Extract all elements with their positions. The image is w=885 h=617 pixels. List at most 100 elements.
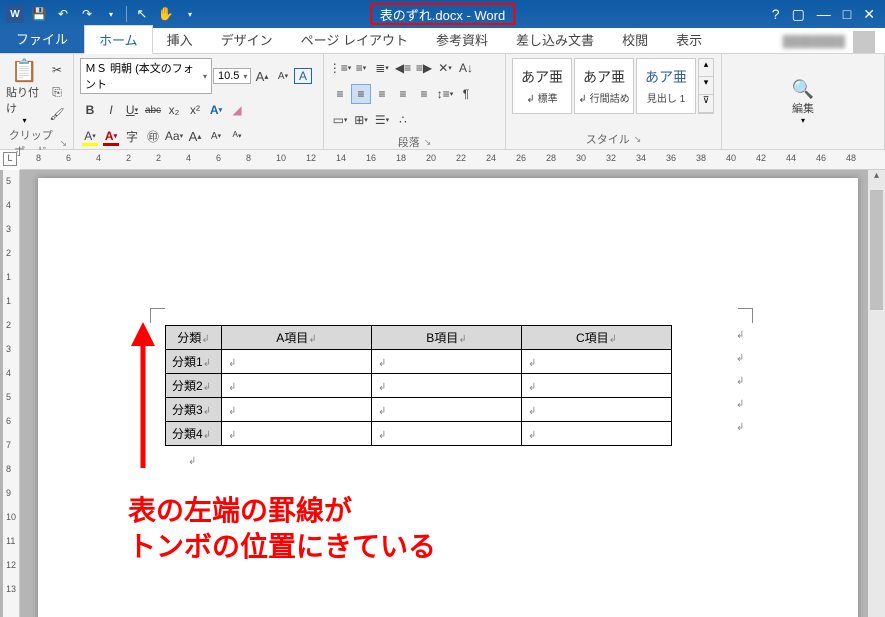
table-cell[interactable]: ↲ [522,350,672,374]
increase-indent-icon[interactable]: ≡▶ [414,58,434,78]
distribute-icon[interactable]: ≡ [414,84,434,104]
text-effects-icon[interactable]: A▾ [206,100,226,120]
bold-button[interactable]: B [80,100,100,120]
styles-launcher-icon[interactable]: ↘ [634,134,642,145]
style-scroll-up-icon[interactable]: ▴ [699,59,713,77]
phonetic-guide-icon[interactable]: ᴬ▾ [227,126,247,146]
subscript-button[interactable]: x₂ [164,100,184,120]
line-spacing-icon[interactable]: ↕≡▾ [435,84,455,104]
style-normal[interactable]: あア亜 ↲ 標準 [512,58,572,114]
clipboard-launcher-icon[interactable]: ↘ [59,138,67,149]
header-cell[interactable]: 分類↲ [166,326,222,350]
cut-icon[interactable]: ✂ [47,60,67,80]
table-cell[interactable]: ↲ [222,398,372,422]
enclose-char-icon[interactable]: ㊞ [143,126,163,146]
tab-references[interactable]: 参考資料 [422,26,502,53]
borders-icon[interactable]: ⊞▾ [351,110,371,130]
align-right-icon[interactable]: ≡ [372,84,392,104]
tab-view[interactable]: 表示 [662,26,716,53]
highlight-color-icon[interactable]: A▾ [80,126,100,146]
underline-button[interactable]: U▾ [122,100,142,120]
qat-dropdown-icon[interactable]: ▾ [102,5,120,23]
table-cell[interactable]: ↲ [372,374,522,398]
style-heading1[interactable]: あア亜 見出し 1 [636,58,696,114]
show-marks-icon[interactable]: ¶ [456,84,476,104]
shading-icon[interactable]: ▭▾ [330,110,350,130]
help-button[interactable]: ? [772,6,780,22]
user-area[interactable]: ████████ [783,31,885,53]
qat-more-icon[interactable]: ▾ [181,5,199,23]
numbering-icon[interactable]: ≡▾ [351,58,371,78]
header-cell[interactable]: C項目↲ [522,326,672,350]
decrease-indent-icon[interactable]: ◀≡ [393,58,413,78]
ruler-vertical[interactable]: 5432112345678910111213 [3,170,20,617]
change-case-icon[interactable]: Aa▾ [164,126,184,146]
shrink-font2-icon[interactable]: A▾ [206,126,226,146]
row-header[interactable]: 分類1↲ [166,350,222,374]
cell-align-icon[interactable]: ☰▾ [372,110,392,130]
tab-home[interactable]: ホーム [84,25,153,54]
save-icon[interactable]: 💾 [30,5,48,23]
multilevel-icon[interactable]: ≣▾ [372,58,392,78]
style-more-icon[interactable]: ⊽ [699,95,713,113]
row-header[interactable]: 分類3↲ [166,398,222,422]
table-cell[interactable]: ↲ [372,422,522,446]
align-left-icon[interactable]: ≡ [330,84,350,104]
header-cell[interactable]: A項目↲ [222,326,372,350]
paste-button[interactable]: 📋 貼り付け ▾ [6,58,43,125]
find-button[interactable]: 🔍 編集 ▾ [780,58,826,145]
grow-font-icon[interactable]: A▴ [252,66,272,86]
char-border-icon[interactable]: A [294,68,312,84]
font-size-combo[interactable]: 10.5▾ [213,68,251,84]
redo-icon[interactable]: ↷ [78,5,96,23]
justify-icon[interactable]: ≡ [393,84,413,104]
scroll-thumb[interactable] [870,190,883,310]
strike-button[interactable]: abc [143,100,163,120]
tab-review[interactable]: 校閲 [608,26,662,53]
table-cell[interactable]: ↲ [222,374,372,398]
bullets-icon[interactable]: ⋮≡▾ [330,58,350,78]
maximize-button[interactable]: □ [843,6,851,22]
table-cell[interactable]: ↲ [372,398,522,422]
font-name-combo[interactable]: ＭＳ 明朝 (本文のフォント▾ [80,58,212,94]
format-painter-icon[interactable]: 🖌 [47,104,67,124]
tab-mailings[interactable]: 差し込み文書 [502,26,608,53]
style-no-spacing[interactable]: あア亜 ↲ 行間詰め [574,58,634,114]
table-cell[interactable]: ↲ [222,350,372,374]
document-table[interactable]: 分類↲ A項目↲ B項目↲ C項目↲ 分類1↲ ↲ ↲ ↲ 分類2↲ ↲ ↲ ↲… [165,325,672,446]
table-cell[interactable]: ↲ [222,422,372,446]
tab-file[interactable]: ファイル [0,24,84,53]
row-header[interactable]: 分類4↲ [166,422,222,446]
ribbon-display-button[interactable]: ▢ [792,6,805,23]
char-shading-icon[interactable]: 字 [122,126,142,146]
grow-font2-icon[interactable]: A▴ [185,126,205,146]
table-cell[interactable]: ↲ [522,374,672,398]
scroll-up-icon[interactable]: ▴ [868,170,885,186]
header-cell[interactable]: B項目↲ [372,326,522,350]
italic-button[interactable]: I [101,100,121,120]
pointer-icon[interactable]: ↖ [133,5,151,23]
ruler-horizontal[interactable]: L 86422468101214161820222426283032343638… [20,150,885,170]
user-avatar-icon[interactable] [853,31,875,53]
tab-selector-icon[interactable]: L [3,152,17,166]
asian-layout-icon[interactable]: ✕▾ [435,58,455,78]
scrollbar-vertical[interactable]: ▴ [868,170,885,617]
undo-icon[interactable]: ↶ [54,5,72,23]
tab-layout[interactable]: ページ レイアウト [287,26,422,53]
style-scroll-down-icon[interactable]: ▾ [699,77,713,95]
table-cell[interactable]: ↲ [522,398,672,422]
sort-icon[interactable]: A↓ [456,58,476,78]
row-header[interactable]: 分類2↲ [166,374,222,398]
shrink-font-icon[interactable]: A▾ [273,66,293,86]
document-page[interactable]: 分類↲ A項目↲ B項目↲ C項目↲ 分類1↲ ↲ ↲ ↲ 分類2↲ ↲ ↲ ↲… [38,178,858,617]
hand-icon[interactable]: ✋ [157,5,175,23]
clear-format-eraser-icon[interactable]: ◢ [227,100,247,120]
superscript-button[interactable]: x² [185,100,205,120]
table-cell[interactable]: ↲ [372,350,522,374]
align-center-icon[interactable]: ≡ [351,84,371,104]
close-button[interactable]: ✕ [863,6,875,23]
minimize-button[interactable]: — [817,6,831,22]
tab-design[interactable]: デザイン [207,26,287,53]
tab-insert[interactable]: 挿入 [153,26,207,53]
copy-icon[interactable]: ⎘ [47,82,67,102]
